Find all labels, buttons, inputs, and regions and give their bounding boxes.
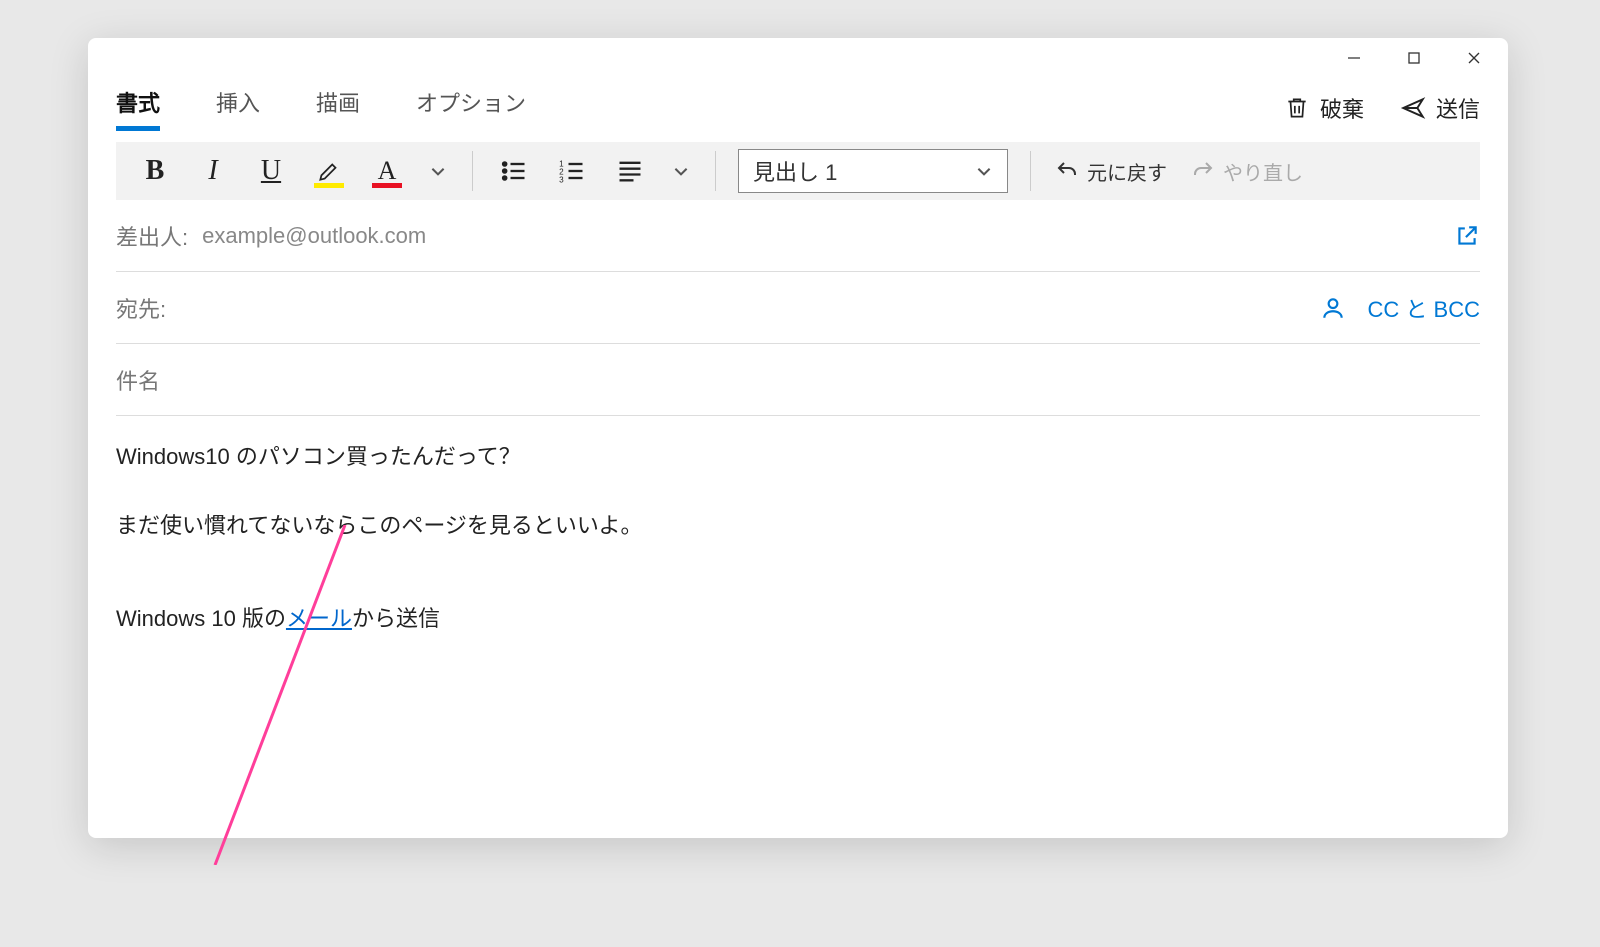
font-more-dropdown[interactable] [418,148,458,194]
body-line-2: まだ使い慣れてないならこのページを見るといいよ。 [116,509,1480,542]
chevron-down-icon [429,162,447,180]
style-selector[interactable]: 見出し 1 [738,149,1008,193]
message-body[interactable]: Windows10 のパソコン買ったんだって？ まだ使い慣れてないならこのページ… [88,416,1508,838]
signature-line: Windows 10 版のメールから送信 [116,602,1480,635]
to-field[interactable]: 宛先: CC と BCC [116,272,1480,344]
tab-options[interactable]: オプション [416,86,526,131]
numbered-list-icon: 123 [558,157,586,185]
highlight-button[interactable] [302,148,356,194]
trash-icon [1284,95,1310,121]
send-button[interactable]: 送信 [1400,92,1480,124]
tab-format[interactable]: 書式 [116,86,160,131]
mail-compose-window: 書式 挿入 描画 オプション 破棄 送信 B I U A [88,38,1508,838]
discard-button[interactable]: 破棄 [1284,92,1364,124]
redo-icon [1191,159,1215,183]
chevron-down-icon [975,162,993,180]
subject-field[interactable]: 件名 [116,344,1480,416]
tab-draw[interactable]: 描画 [316,86,360,131]
italic-button[interactable]: I [186,148,240,194]
format-toolbar: B I U A 123 見出し 1 元に戻す やり直し [116,142,1480,200]
titlebar [88,38,1508,78]
discard-label: 破棄 [1320,92,1364,124]
to-label: 宛先: [116,292,166,324]
bullet-list-icon [500,157,528,185]
redo-button[interactable]: やり直し [1181,157,1313,186]
highlighter-icon [316,158,342,184]
undo-button[interactable]: 元に戻す [1045,157,1177,186]
chevron-down-icon [672,162,690,180]
list-more-dropdown[interactable] [661,148,701,194]
close-button[interactable] [1444,38,1504,78]
redo-label: やり直し [1223,157,1303,186]
from-value: example@outlook.com [202,223,426,249]
bulleted-list-button[interactable] [487,148,541,194]
signature-mail-link[interactable]: メール [286,606,352,631]
send-label: 送信 [1436,92,1480,124]
bold-button[interactable]: B [128,148,182,194]
header-fields: 差出人: example@outlook.com 宛先: CC と BCC 件名 [88,200,1508,416]
tab-insert[interactable]: 挿入 [216,86,260,131]
subject-placeholder: 件名 [116,364,160,396]
ribbon-tabs: 書式 挿入 描画 オプション [116,86,526,131]
font-color-button[interactable]: A [360,148,414,194]
svg-text:3: 3 [559,176,564,185]
paragraph-align-button[interactable] [603,148,657,194]
underline-button[interactable]: U [244,148,298,194]
minimize-button[interactable] [1324,38,1384,78]
send-icon [1400,95,1426,121]
undo-icon [1055,159,1079,183]
from-field[interactable]: 差出人: example@outlook.com [116,200,1480,272]
numbered-list-button[interactable]: 123 [545,148,599,194]
style-selected-label: 見出し 1 [753,155,837,187]
align-icon [616,157,644,185]
body-line-1: Windows10 のパソコン買ったんだって？ [116,440,1480,473]
from-label: 差出人: [116,220,188,252]
cc-bcc-toggle[interactable]: CC と BCC [1368,292,1480,324]
ribbon-tabs-row: 書式 挿入 描画 オプション 破棄 送信 [88,78,1508,138]
maximize-button[interactable] [1384,38,1444,78]
undo-label: 元に戻す [1087,157,1167,186]
contacts-icon[interactable] [1320,295,1346,321]
popout-icon[interactable] [1454,223,1480,249]
